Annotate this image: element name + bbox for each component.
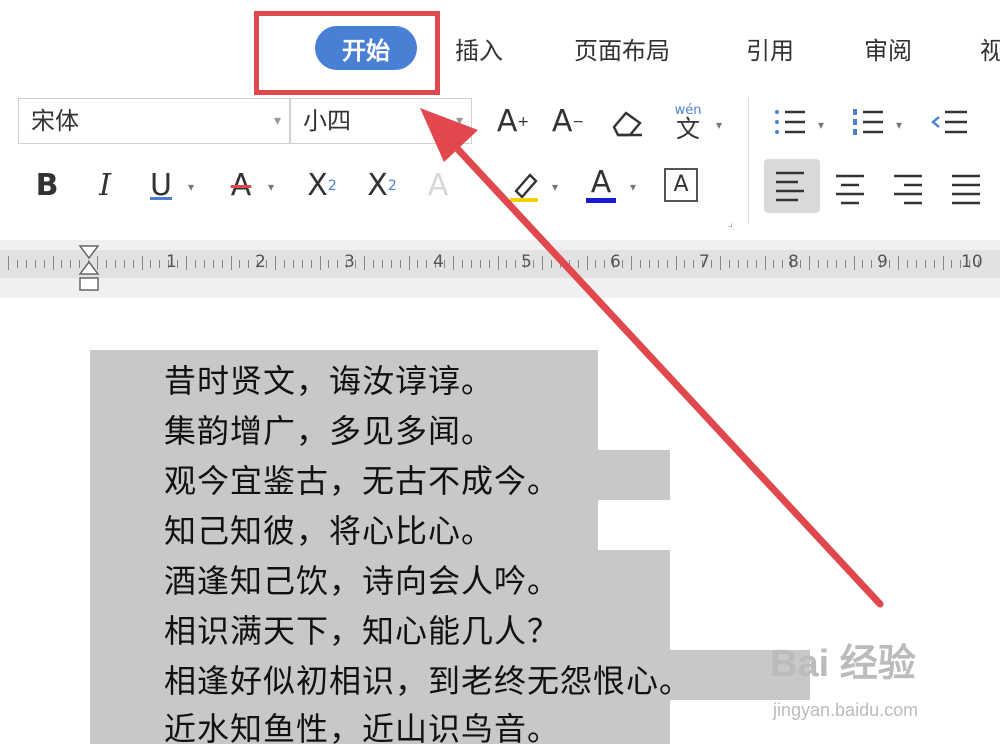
watermark-url: jingyan.baidu.com bbox=[773, 700, 919, 720]
watermark-logo: Bai 经验 bbox=[770, 643, 916, 685]
